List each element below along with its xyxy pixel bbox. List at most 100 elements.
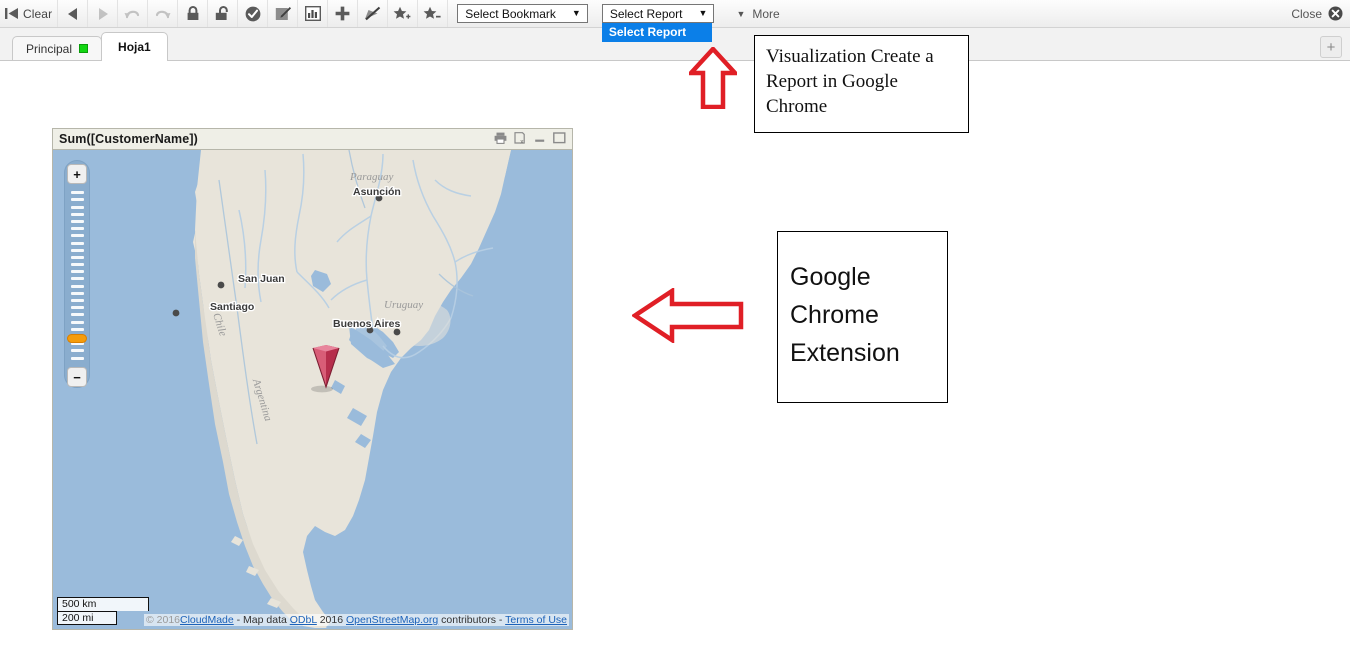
zoom-out-button[interactable]: − — [67, 367, 87, 387]
close-button[interactable]: Close — [1291, 0, 1343, 27]
annotation-line: Report in Google — [766, 69, 957, 94]
zoom-tick — [71, 270, 84, 273]
print-icon[interactable] — [494, 132, 507, 144]
clear-icon — [5, 7, 19, 20]
odbl-link[interactable]: ODbL — [290, 614, 317, 626]
unlock-icon — [215, 6, 231, 21]
chevron-down-icon: ▼ — [699, 9, 708, 18]
zoom-tick — [71, 191, 84, 194]
zoom-tick — [71, 299, 84, 302]
zoom-tick — [71, 321, 84, 324]
map-label-buenos-aires: Buenos Aires — [333, 318, 400, 330]
forward-arrow-icon — [96, 7, 110, 21]
add-bookmark-button[interactable] — [388, 0, 418, 27]
bookmark-select[interactable]: Select Bookmark ▼ — [457, 4, 588, 23]
green-square-icon — [79, 44, 88, 53]
chevron-down-icon: ▼ — [736, 9, 745, 19]
forward-button[interactable] — [88, 0, 118, 27]
map-zoom-control[interactable]: + — [64, 160, 90, 388]
zoom-tick — [71, 285, 84, 288]
attribution-contributors: contributors - — [438, 614, 505, 626]
undo-button[interactable] — [118, 0, 148, 27]
minimize-icon[interactable] — [534, 132, 546, 144]
map-chart-object: Sum([CustomerName]) x — [52, 128, 573, 630]
zoom-tick — [71, 213, 84, 216]
current-selections-button[interactable] — [238, 0, 268, 27]
report-select-value: Select Report — [610, 7, 683, 21]
clear-button[interactable]: Clear — [0, 0, 58, 27]
add-button[interactable] — [328, 0, 358, 27]
map-scale-bar: 500 km 200 mi — [57, 597, 149, 625]
scale-km: 500 km — [57, 597, 149, 611]
add-sheet-button[interactable]: + — [1320, 36, 1342, 58]
close-circle-icon — [1328, 6, 1343, 21]
maximize-icon[interactable] — [553, 132, 566, 144]
zoom-tick — [71, 292, 84, 295]
remove-bookmark-button[interactable] — [418, 0, 448, 27]
close-button-label: Close — [1291, 7, 1322, 21]
sheet-tab-principal[interactable]: Principal — [12, 36, 102, 60]
lock-icon — [186, 6, 200, 21]
terms-of-use-link[interactable]: Terms of Use — [505, 614, 567, 626]
pen-icon — [364, 6, 381, 21]
zoom-tick — [71, 263, 84, 266]
annotation-line: Visualization Create a — [766, 44, 957, 69]
pencil-edit-icon — [275, 6, 291, 22]
zoom-tick — [71, 198, 84, 201]
draw-button[interactable] — [358, 0, 388, 27]
cloudmade-link[interactable]: CloudMade — [180, 614, 234, 626]
map-label-uruguay: Uruguay — [384, 299, 423, 311]
clear-button-label: Clear — [23, 7, 52, 21]
report-select-option[interactable]: Select Report — [602, 23, 713, 42]
redo-button[interactable] — [148, 0, 178, 27]
annotation-note-top: Visualization Create a Report in Google … — [754, 35, 969, 133]
bar-chart-icon — [305, 6, 321, 21]
zoom-tick — [71, 349, 84, 352]
zoom-slider-handle[interactable] — [67, 334, 87, 343]
undo-icon — [124, 7, 141, 21]
annotation-line: Chrome — [766, 94, 957, 119]
attribution-sep1: - Map data — [234, 614, 290, 626]
openstreetmap-link[interactable]: OpenStreetMap.org — [346, 614, 438, 626]
zoom-tick — [71, 306, 84, 309]
sheet-tab-hoja1[interactable]: Hoja1 — [101, 32, 168, 60]
map-label-san-juan: San Juan — [238, 273, 285, 285]
zoom-in-button[interactable]: + — [67, 164, 87, 184]
zoom-tick — [71, 249, 84, 252]
star-plus-icon — [393, 6, 412, 22]
attribution-year: 2016 — [317, 614, 346, 626]
chevron-down-icon: ▼ — [572, 9, 581, 18]
map-label-paraguay: Paraguay — [349, 171, 394, 183]
map-label-asuncion: Asunción — [353, 186, 401, 198]
edit-button[interactable] — [268, 0, 298, 27]
scale-mi: 200 mi — [57, 611, 117, 625]
zoom-tick — [71, 256, 84, 259]
arrow-up-annotation — [689, 47, 737, 114]
report-select[interactable]: Select Report ▼ Select Report — [602, 4, 715, 23]
sheet-tab-label: Principal — [26, 42, 72, 56]
arrow-left-annotation — [632, 288, 744, 348]
zoom-track[interactable] — [65, 184, 89, 367]
zoom-tick — [71, 328, 84, 331]
chart-caption-bar[interactable]: Sum([CustomerName]) x — [52, 128, 573, 149]
map-label-santiago: Santiago — [210, 301, 254, 313]
chart-title: Sum([CustomerName]) — [59, 132, 198, 146]
more-button-label: More — [752, 7, 779, 21]
unlock-button[interactable] — [208, 0, 238, 27]
back-button[interactable] — [58, 0, 88, 27]
annotation-note-bottom: Google Chrome Extension — [777, 231, 948, 403]
annotation-line: Chrome — [790, 296, 947, 334]
application-window: Clear — [0, 0, 1350, 662]
zoom-tick — [71, 313, 84, 316]
map-viewport[interactable]: Paraguay Asunción San Juan Santiago Buen… — [52, 149, 573, 630]
chart-button[interactable] — [298, 0, 328, 27]
map-attribution: © 2016CloudMade - Map data ODbL 2016 Ope… — [144, 614, 569, 626]
zoom-tick — [71, 357, 84, 360]
clear-selections-icon[interactable]: x — [514, 132, 527, 144]
annotation-line: Google — [790, 258, 947, 296]
sheet-tab-label: Hoja1 — [118, 40, 151, 54]
zoom-tick — [71, 220, 84, 223]
lock-button[interactable] — [178, 0, 208, 27]
check-circle-icon — [245, 6, 261, 22]
more-button[interactable]: ▼ More — [736, 7, 779, 21]
